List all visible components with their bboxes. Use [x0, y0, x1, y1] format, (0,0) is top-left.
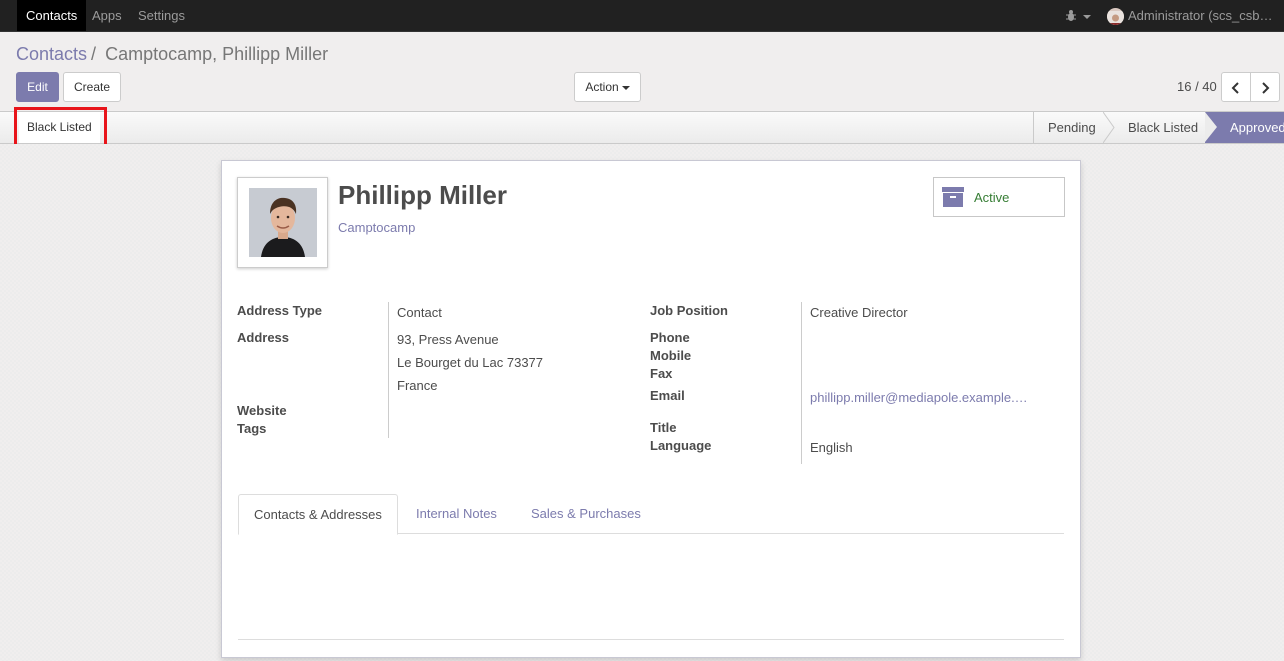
- contact-image: [249, 188, 317, 257]
- email-link[interactable]: phillipp.miller@mediapole.example.…: [810, 390, 1028, 405]
- action-label: Action: [585, 80, 619, 94]
- field-divider: [801, 302, 802, 464]
- stage-divider: [1033, 112, 1034, 143]
- title-label: Title: [650, 420, 677, 435]
- active-status-label: Active: [974, 190, 1010, 205]
- pager-previous-button[interactable]: [1221, 72, 1251, 102]
- tab-contacts-addresses[interactable]: Contacts & Addresses: [238, 494, 398, 535]
- pager-next-button[interactable]: [1250, 72, 1280, 102]
- address-line-1: 93, Press Avenue: [397, 332, 499, 347]
- edit-button[interactable]: Edit: [16, 72, 59, 102]
- tab-sales-purchases[interactable]: Sales & Purchases: [516, 494, 656, 534]
- highlight-box: [14, 107, 107, 148]
- stage-black-listed[interactable]: Black Listed: [1128, 112, 1198, 143]
- language-value: English: [810, 440, 853, 455]
- breadcrumb-contacts[interactable]: Contacts: [16, 44, 87, 64]
- archive-icon: [942, 187, 964, 207]
- chevron-right-icon: [1262, 82, 1270, 94]
- language-label: Language: [650, 438, 712, 453]
- create-button[interactable]: Create: [63, 72, 121, 102]
- nav-apps[interactable]: Apps: [83, 0, 131, 31]
- control-panel: Contacts / Camptocamp, Phillipp Miller Ed…: [0, 32, 1284, 112]
- address-line-3: France: [397, 378, 438, 393]
- chevron-left-icon: [1231, 82, 1239, 94]
- stage-pending[interactable]: Pending: [1048, 112, 1096, 143]
- address-type-value: Contact: [397, 305, 442, 320]
- company-link[interactable]: Camptocamp: [338, 220, 415, 235]
- action-dropdown[interactable]: Action: [574, 72, 641, 102]
- nav-settings[interactable]: Settings: [129, 0, 194, 31]
- user-name: Administrator (scs_csb…: [1128, 8, 1273, 23]
- notebook-tabs: Contacts & Addresses Internal Notes Sale…: [238, 494, 1064, 535]
- active-toggle-button[interactable]: Active: [933, 177, 1065, 217]
- mobile-label: Mobile: [650, 348, 692, 363]
- debug-menu-icon[interactable]: [1064, 7, 1092, 25]
- job-position-value: Creative Director: [810, 305, 908, 320]
- nav-contacts[interactable]: Contacts: [17, 0, 87, 31]
- stage-arrow-icon: [1205, 112, 1217, 142]
- contact-photo[interactable]: [237, 177, 328, 268]
- stage-approved-label: Approved: [1230, 120, 1284, 135]
- stage-approved[interactable]: Approved: [1205, 112, 1284, 143]
- tags-label: Tags: [237, 421, 267, 436]
- field-divider: [388, 302, 389, 438]
- top-navbar: Contacts Apps Settings Administrator (sc…: [0, 0, 1284, 32]
- address-type-label: Address Type: [237, 303, 323, 318]
- pager-value[interactable]: 16 / 40: [1177, 79, 1217, 94]
- status-bar: Black Listed Pending Black Listed Approv…: [0, 112, 1284, 144]
- stage-separator-icon: [1103, 112, 1115, 143]
- email-label: Email: [650, 388, 685, 403]
- website-label: Website: [237, 403, 287, 418]
- contact-name: Phillipp Miller: [338, 180, 508, 210]
- breadcrumb-current: Camptocamp, Phillipp Miller: [105, 44, 329, 64]
- phone-label: Phone: [650, 330, 690, 345]
- fax-label: Fax: [650, 366, 673, 381]
- tab-internal-notes[interactable]: Internal Notes: [401, 494, 512, 534]
- breadcrumb-separator: /: [91, 44, 97, 64]
- job-position-label: Job Position: [650, 303, 728, 318]
- avatar: [1107, 8, 1124, 25]
- caret-down-icon: [621, 85, 630, 90]
- breadcrumb: Contacts / Camptocamp, Phillipp Miller: [16, 44, 328, 65]
- address-line-2: Le Bourget du Lac 73377: [397, 355, 544, 370]
- tab-content-bottom: [238, 639, 1064, 640]
- address-label: Address: [237, 330, 290, 345]
